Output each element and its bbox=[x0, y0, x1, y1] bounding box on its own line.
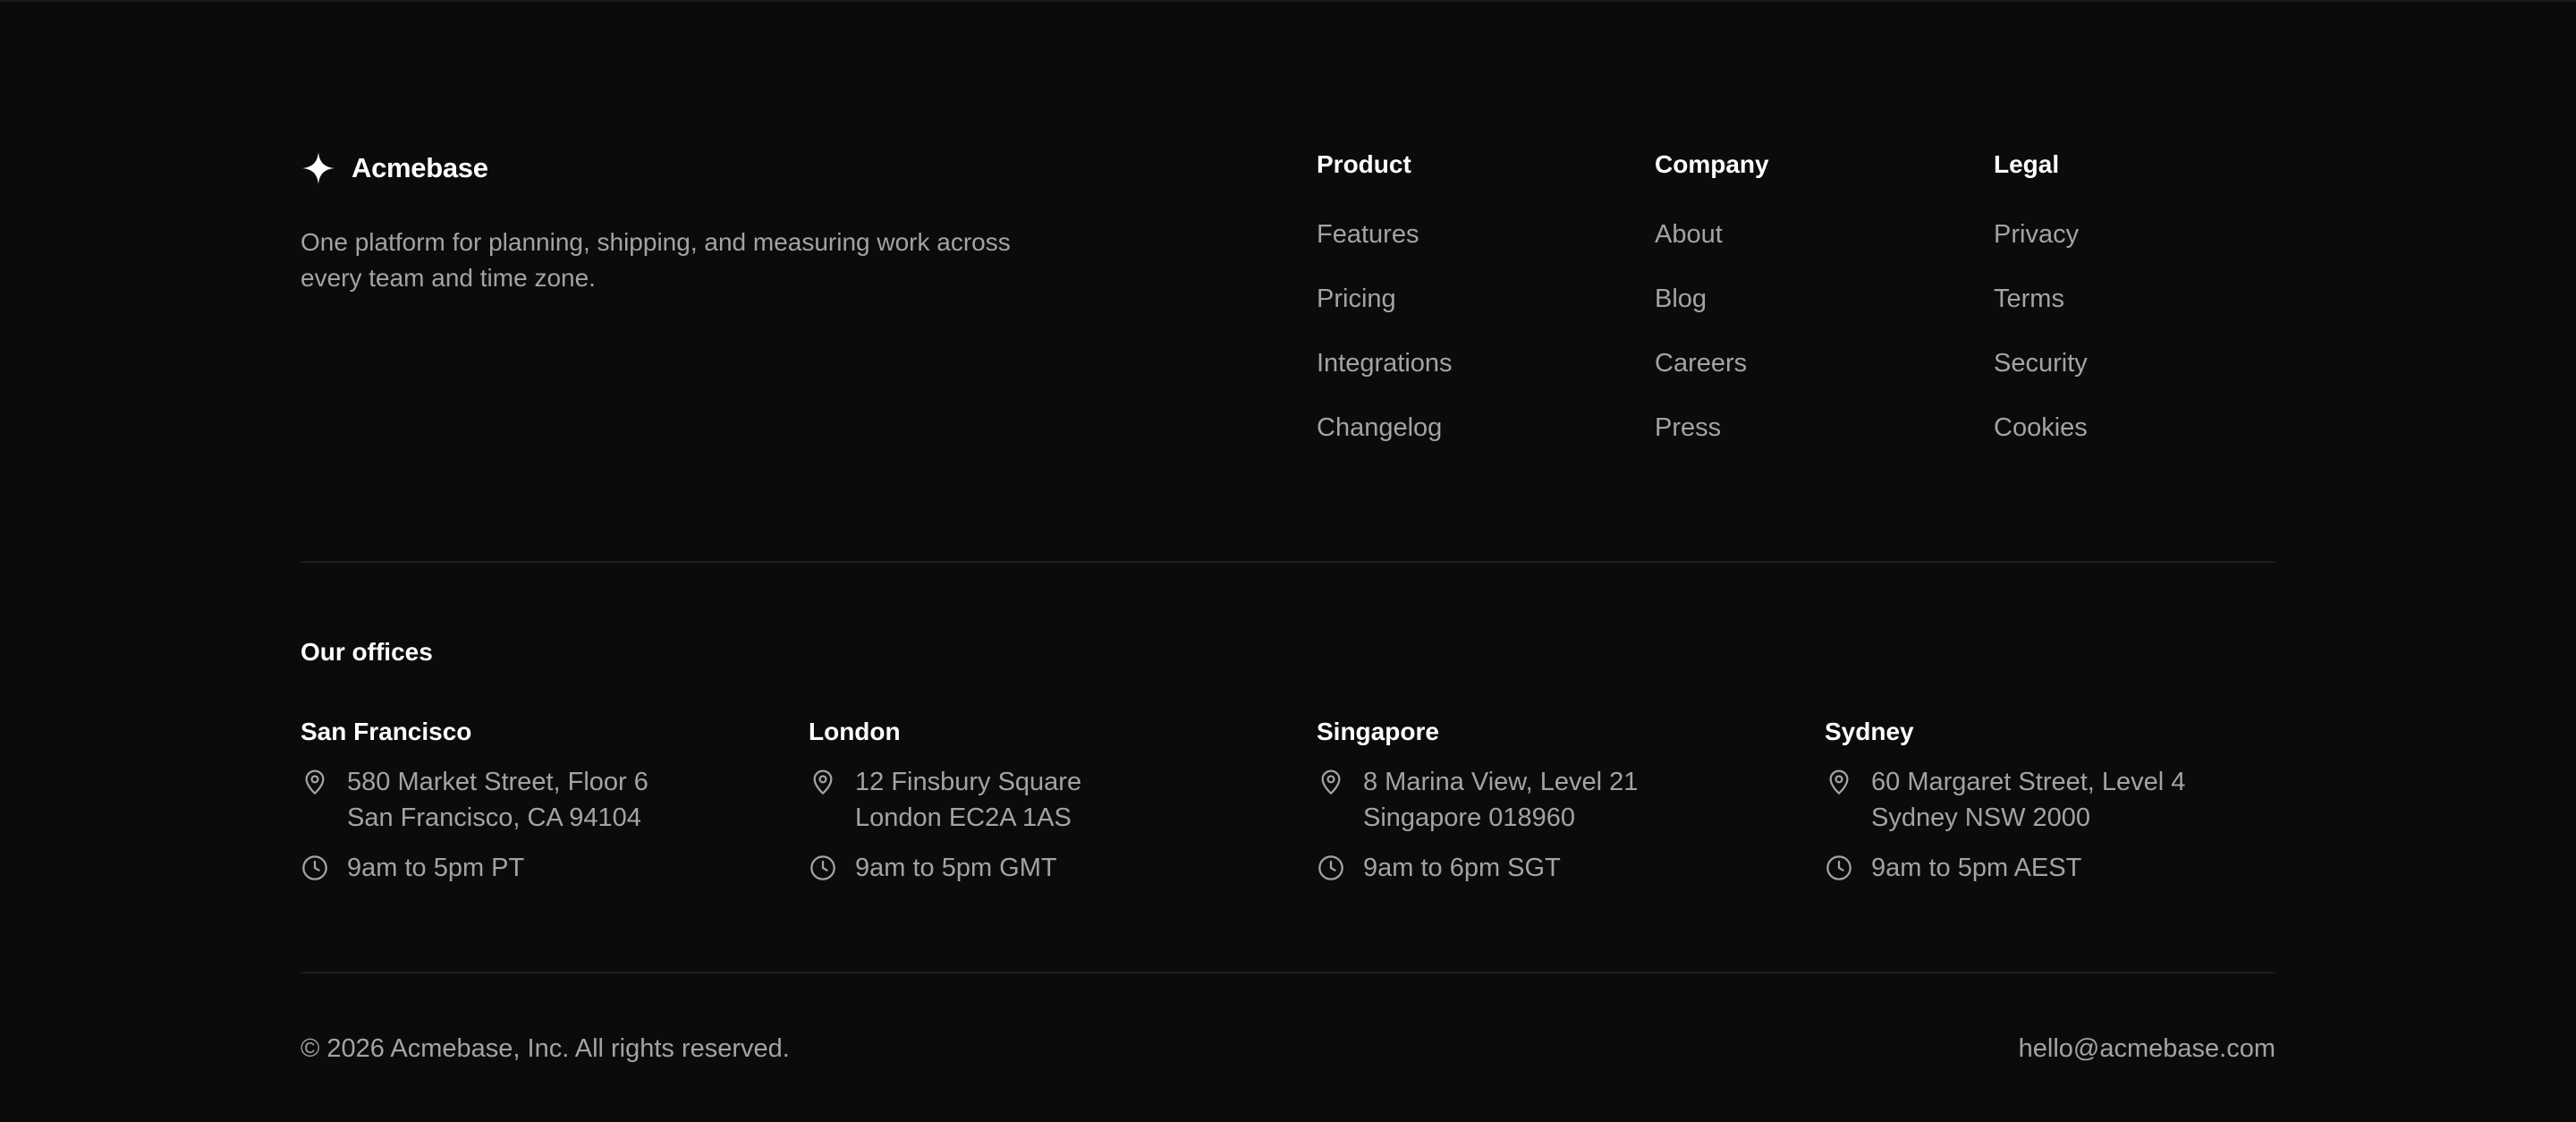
nav-link-changelog[interactable]: Changelog bbox=[1317, 412, 1442, 444]
nav-link-terms[interactable]: Terms bbox=[1994, 283, 2064, 315]
office-london: London 12 Finsbury Square London EC2A 1A… bbox=[809, 716, 1309, 886]
nav-column-product: Product Features Pricing Integrations Ch… bbox=[1317, 149, 1585, 476]
office-san-francisco: San Francisco 580 Market Street, Floor 6… bbox=[301, 716, 801, 886]
nav-column-legal: Legal Privacy Terms Security Cookies bbox=[1994, 149, 2262, 476]
office-sydney: Sydney 60 Margaret Street, Level 4 Sydne… bbox=[1825, 716, 2326, 886]
office-address-line2: London EC2A 1AS bbox=[855, 803, 1072, 832]
office-address: 8 Marina View, Level 21 Singapore 018960 bbox=[1317, 764, 1818, 836]
nav-heading-company: Company bbox=[1655, 150, 1769, 178]
office-address-line2: San Francisco, CA 94104 bbox=[347, 803, 641, 832]
footer-divider bbox=[301, 972, 2275, 973]
nav-list-legal: Privacy Terms Security Cookies bbox=[1994, 218, 2262, 476]
brand-tagline: One platform for planning, shipping, and… bbox=[301, 228, 1011, 292]
office-hours: 9am to 5pm AEST bbox=[1825, 850, 2326, 886]
map-pin-icon bbox=[305, 769, 325, 795]
nav-column-company: Company About Blog Careers Press bbox=[1655, 149, 1923, 476]
contact-email-link[interactable]: hello@acmebase.com bbox=[2019, 1033, 2275, 1065]
clock-icon bbox=[810, 855, 835, 880]
nav-link-security[interactable]: Security bbox=[1994, 347, 2088, 379]
clock-icon bbox=[1826, 855, 1852, 880]
nav-link-features[interactable]: Features bbox=[1317, 218, 1419, 251]
office-hours-text: 9am to 5pm GMT bbox=[855, 854, 1057, 882]
offices-heading: Our offices bbox=[301, 638, 433, 666]
clock-icon bbox=[302, 855, 327, 880]
nav-link-press[interactable]: Press bbox=[1655, 412, 1721, 444]
nav-heading-product: Product bbox=[1317, 150, 1411, 178]
nav-link-about[interactable]: About bbox=[1655, 218, 1723, 251]
map-pin-icon bbox=[813, 769, 833, 795]
office-hours: 9am to 5pm PT bbox=[301, 850, 801, 886]
nav-list-company: About Blog Careers Press bbox=[1655, 218, 1923, 476]
nav-link-privacy[interactable]: Privacy bbox=[1994, 218, 2079, 251]
office-address-line1: 8 Marina View, Level 21 bbox=[1363, 768, 1639, 796]
office-address-line1: 12 Finsbury Square bbox=[855, 768, 1082, 796]
nav-link-pricing[interactable]: Pricing bbox=[1317, 283, 1396, 315]
nav-link-careers[interactable]: Careers bbox=[1655, 347, 1747, 379]
nav-list-product: Features Pricing Integrations Changelog bbox=[1317, 218, 1585, 476]
office-hours-text: 9am to 5pm AEST bbox=[1871, 854, 2082, 882]
nav-heading-legal: Legal bbox=[1994, 150, 2060, 178]
office-address-line2: Sydney NSW 2000 bbox=[1871, 803, 2091, 832]
map-pin-icon bbox=[1321, 769, 1341, 795]
office-singapore: Singapore 8 Marina View, Level 21 Singap… bbox=[1317, 716, 1818, 886]
clock-icon bbox=[1318, 855, 1343, 880]
office-hours-text: 9am to 6pm SGT bbox=[1363, 854, 1561, 882]
copyright-text: © 2026 Acmebase, Inc. All rights reserve… bbox=[301, 1034, 790, 1063]
footer-divider bbox=[301, 561, 2275, 563]
site-footer: Acmebase One platform for planning, ship… bbox=[0, 0, 2576, 1122]
office-city: Singapore bbox=[1317, 718, 1439, 745]
brand-name: Acmebase bbox=[352, 152, 488, 183]
office-city: London bbox=[809, 718, 901, 745]
nav-link-integrations[interactable]: Integrations bbox=[1317, 347, 1453, 379]
brand-logo-link[interactable]: Acmebase bbox=[301, 149, 488, 188]
office-hours-text: 9am to 5pm PT bbox=[347, 854, 525, 882]
office-address-line1: 60 Margaret Street, Level 4 bbox=[1871, 768, 2186, 796]
office-hours: 9am to 6pm SGT bbox=[1317, 850, 1818, 886]
office-address: 580 Market Street, Floor 6 San Francisco… bbox=[301, 764, 801, 836]
sparkle-icon bbox=[302, 152, 335, 184]
office-city: Sydney bbox=[1825, 718, 1914, 745]
office-address: 12 Finsbury Square London EC2A 1AS bbox=[809, 764, 1309, 836]
map-pin-icon bbox=[1829, 769, 1849, 795]
office-address: 60 Margaret Street, Level 4 Sydney NSW 2… bbox=[1825, 764, 2326, 836]
nav-link-blog[interactable]: Blog bbox=[1655, 283, 1707, 315]
office-address-line1: 580 Market Street, Floor 6 bbox=[347, 768, 648, 796]
office-hours: 9am to 5pm GMT bbox=[809, 850, 1309, 886]
office-address-line2: Singapore 018960 bbox=[1363, 803, 1576, 832]
office-city: San Francisco bbox=[301, 718, 472, 745]
nav-link-cookies[interactable]: Cookies bbox=[1994, 412, 2088, 444]
